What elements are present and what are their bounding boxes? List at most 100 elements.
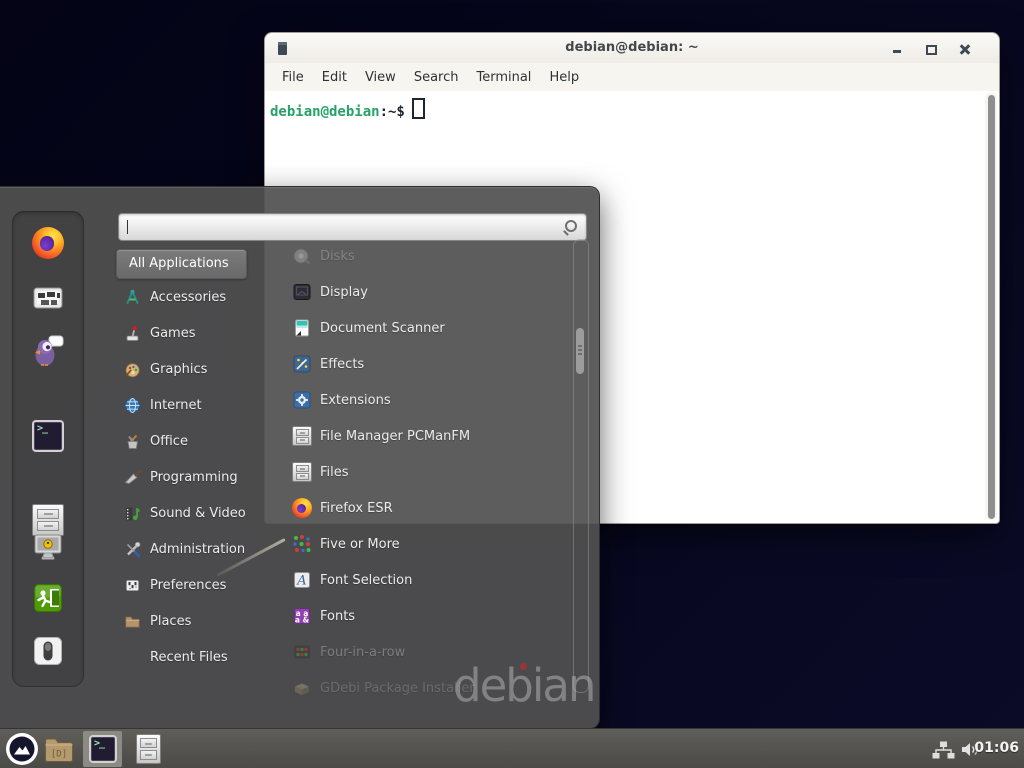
app-row-fonts[interactable]: a a a & Fonts	[280, 598, 568, 634]
document-scanner-icon	[292, 318, 312, 338]
menu-help[interactable]: Help	[540, 66, 588, 89]
category-label: Internet	[150, 398, 202, 413]
category-sound-video[interactable]: Sound & Video	[116, 495, 272, 531]
internet-icon	[124, 397, 141, 414]
settings-panel-icon[interactable]	[32, 282, 64, 314]
files-launcher[interactable]	[136, 734, 161, 764]
menu-edit[interactable]: Edit	[313, 66, 356, 89]
app-label: Font Selection	[320, 573, 412, 588]
terminal-task-button[interactable]	[83, 731, 122, 767]
effects-icon	[292, 354, 312, 374]
network-icon[interactable]	[932, 741, 955, 759]
app-row-document-scanner[interactable]: Document Scanner	[280, 310, 568, 346]
app-row-disks[interactable]: Disks	[280, 238, 568, 274]
svg-text:[D]: [D]	[51, 750, 67, 760]
category-games[interactable]: Games	[116, 315, 272, 351]
app-label: GDebi Package Installer	[320, 681, 475, 696]
places-icon	[124, 613, 141, 630]
prompt-user-host: debian@debian	[270, 104, 380, 120]
terminal-icon[interactable]	[32, 420, 64, 452]
accessories-icon	[124, 289, 141, 306]
category-label: Places	[150, 614, 191, 629]
applications-menu-button[interactable]	[5, 732, 39, 766]
close-button[interactable]	[957, 41, 973, 57]
app-label: Display	[320, 285, 368, 300]
file-cabinet-icon	[292, 462, 312, 482]
category-places[interactable]: Places	[116, 603, 272, 639]
app-label: Disks	[320, 249, 355, 264]
menu-file[interactable]: File	[273, 66, 313, 89]
firefox-icon[interactable]	[32, 227, 64, 259]
menu-terminal[interactable]: Terminal	[467, 66, 540, 89]
file-cabinet-icon	[292, 426, 312, 446]
clock[interactable]: 01:06	[974, 740, 1019, 756]
terminal-scrollbar-thumb[interactable]	[988, 95, 995, 519]
office-icon	[124, 433, 141, 450]
menu-search[interactable]: Search	[405, 66, 468, 89]
app-label: File Manager PCManFM	[320, 429, 470, 444]
all-applications-button[interactable]: All Applications	[116, 249, 247, 279]
category-accessories[interactable]: Accessories	[116, 279, 272, 315]
prompt-suffix: :~$	[380, 104, 405, 120]
app-label: Fonts	[320, 609, 355, 624]
app-label: Four-in-a-row	[320, 645, 405, 660]
svg-text:A: A	[296, 574, 306, 589]
five-or-more-icon	[292, 534, 312, 554]
shutdown-icon[interactable]	[32, 635, 64, 667]
preferences-icon	[124, 577, 141, 594]
application-menu: All Applications Accessories Games	[0, 186, 600, 729]
application-list: Disks Display Document Scanner	[280, 238, 568, 706]
category-label: Accessories	[150, 290, 226, 305]
terminal-window-icon	[278, 42, 287, 55]
app-row-effects[interactable]: Effects	[280, 346, 568, 382]
folder-icon[interactable]: [D]	[44, 736, 74, 763]
app-row-display[interactable]: Display	[280, 274, 568, 310]
app-row-files[interactable]: Files	[280, 454, 568, 490]
category-label: Sound & Video	[150, 506, 246, 521]
terminal-titlebar[interactable]: debian@debian: ~	[265, 33, 999, 64]
logout-icon[interactable]	[32, 582, 64, 614]
app-label: Extensions	[320, 393, 391, 408]
category-label: Recent Files	[150, 650, 228, 665]
category-label: Games	[150, 326, 195, 341]
minimize-button[interactable]	[889, 41, 905, 57]
category-label: Graphics	[150, 362, 207, 377]
app-label: Effects	[320, 357, 364, 372]
maximize-button[interactable]	[923, 41, 939, 57]
search-icon	[563, 219, 578, 234]
category-programming[interactable]: Programming	[116, 459, 272, 495]
sound-video-icon	[124, 505, 141, 522]
four-in-a-row-icon	[292, 642, 312, 662]
terminal-menubar: File Edit View Search Terminal Help	[265, 63, 999, 91]
programming-icon	[124, 469, 141, 486]
disks-icon	[292, 246, 312, 266]
app-row-firefox-esr[interactable]: Firefox ESR	[280, 490, 568, 526]
terminal-icon	[89, 735, 117, 763]
menu-scrollbar-track[interactable]	[573, 239, 589, 693]
menu-view[interactable]: View	[356, 66, 405, 89]
blank-icon	[124, 649, 141, 666]
terminal-scrollbar-track[interactable]	[985, 93, 997, 520]
administration-icon	[124, 541, 141, 558]
app-row-font-selection[interactable]: A Font Selection	[280, 562, 568, 598]
app-row-five-or-more[interactable]: Five or More	[280, 526, 568, 562]
shell-prompt: debian@debian:~$	[270, 98, 425, 120]
category-graphics[interactable]: Graphics	[116, 351, 272, 387]
favorites-panel	[12, 211, 84, 687]
app-row-file-manager-pcmanfm[interactable]: File Manager PCManFM	[280, 418, 568, 454]
extensions-icon	[292, 390, 312, 410]
category-label: Administration	[150, 542, 245, 557]
category-label: Preferences	[150, 578, 226, 593]
debian-watermark-dot	[520, 663, 527, 670]
category-preferences[interactable]: Preferences	[116, 567, 272, 603]
category-recent-files[interactable]: Recent Files	[116, 639, 272, 675]
category-internet[interactable]: Internet	[116, 387, 272, 423]
app-row-extensions[interactable]: Extensions	[280, 382, 568, 418]
pidgin-icon[interactable]	[32, 335, 64, 367]
graphics-icon	[124, 361, 141, 378]
lock-screen-icon[interactable]	[32, 531, 64, 563]
svg-text:a &: a &	[295, 616, 310, 625]
category-administration[interactable]: Administration	[116, 531, 272, 567]
category-office[interactable]: Office	[116, 423, 272, 459]
menu-scrollbar-thumb[interactable]	[576, 328, 584, 374]
